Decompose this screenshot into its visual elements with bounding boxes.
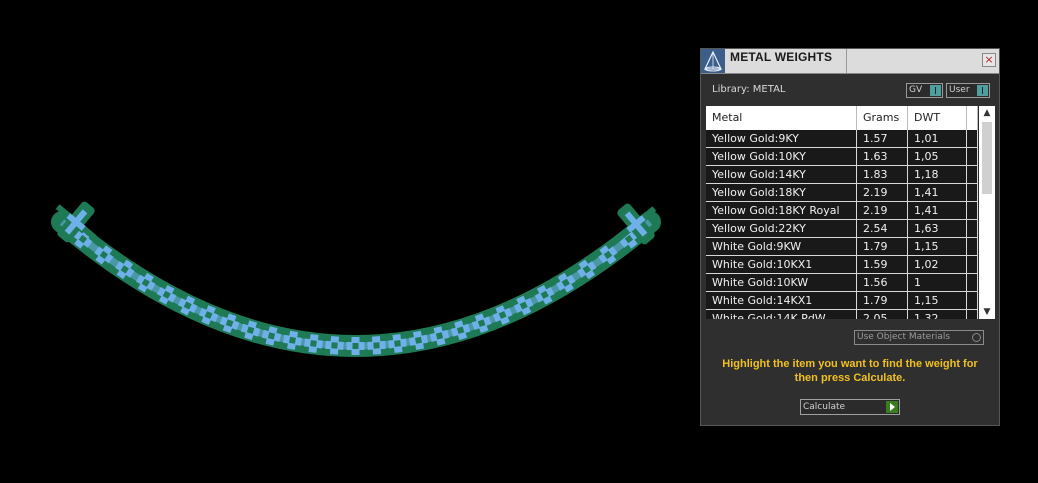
cone-icon [701,49,725,73]
cell-spacer [967,148,978,165]
link-shape [352,343,359,349]
table-row[interactable]: Yellow Gold:18KY Royal 2.19 1,41 [706,202,978,220]
bracelet-model [51,201,661,357]
cell-spacer [967,166,978,183]
table-header: Metal Grams DWT [706,106,978,130]
table-row[interactable]: Yellow Gold:14KY 1.83 1,18 [706,166,978,184]
cell-dwt: 1 [908,274,967,291]
scrollbar-thumb[interactable] [982,122,992,194]
cell-spacer [967,292,978,309]
scroll-up-icon[interactable]: ▲ [979,106,995,120]
cell-grams: 2.05 [857,310,908,319]
table-row[interactable]: White Gold:10KX1 1.59 1,02 [706,256,978,274]
calculate-button[interactable]: Calculate [800,399,900,415]
cell-spacer [967,274,978,291]
table-row[interactable]: Yellow Gold:22KY 2.54 1,63 [706,220,978,238]
table-row[interactable]: White Gold:10KW 1.56 1 [706,274,978,292]
library-label: Library: METAL [712,84,786,95]
column-header-spacer [967,106,978,130]
link-shape [415,336,422,344]
cell-dwt: 1,05 [908,148,967,165]
use-object-materials-label: Use Object Materials [857,332,951,342]
cell-grams: 1.59 [857,256,908,273]
cell-grams: 1.83 [857,166,908,183]
cell-metal: Yellow Gold:18KY Royal [706,202,857,219]
scroll-down-icon[interactable]: ▼ [979,305,995,319]
gv-toggle-knob [930,85,941,96]
cell-spacer [967,220,978,237]
table-row[interactable]: White Gold:9KW 1.79 1,15 [706,238,978,256]
metal-table: Metal Grams DWT Yellow Gold:9KY 1.57 1,01 Y… [706,106,995,319]
cell-grams: 1.56 [857,274,908,291]
cell-dwt: 1,02 [908,256,967,273]
user-toggle-knob [977,85,988,96]
cell-metal: White Gold:10KX1 [706,256,857,273]
table-scrollbar[interactable]: ▲ ▼ [979,106,995,319]
calculate-label: Calculate [803,402,846,412]
cell-dwt: 1,15 [908,238,967,255]
table-row[interactable]: Yellow Gold:10KY 1.63 1,05 [706,148,978,166]
cell-dwt: 1,32 [908,310,967,319]
cell-spacer [967,310,978,319]
cell-spacer [967,238,978,255]
titlebar-divider [846,49,847,73]
link-shape [310,340,317,347]
link-shape [394,340,401,347]
cell-grams: 2.19 [857,184,908,201]
cell-metal: White Gold:10KW [706,274,857,291]
table-row[interactable]: Yellow Gold:9KY 1.57 1,01 [706,130,978,148]
3d-viewport[interactable] [0,0,700,479]
table-row[interactable]: Yellow Gold:18KY 2.19 1,41 [706,184,978,202]
gv-toggle-label: GV [909,85,923,95]
cell-grams: 1.63 [857,148,908,165]
cell-spacer [967,202,978,219]
cell-spacer [967,130,978,147]
table-row[interactable]: White Gold:14K PdW 2.05 1,32 [706,310,978,319]
panel-title: METAL WEIGHTS [730,50,833,64]
cell-grams: 2.54 [857,220,908,237]
cell-metal: Yellow Gold:9KY [706,130,857,147]
panel-titlebar[interactable]: METAL WEIGHTS × [701,49,999,74]
cell-dwt: 1,15 [908,292,967,309]
column-header-dwt[interactable]: DWT [908,106,967,130]
table-body: Yellow Gold:9KY 1.57 1,01 Yellow Gold:10KY 1… [706,130,978,319]
cell-metal: Yellow Gold:14KY [706,166,857,183]
cell-grams: 1.79 [857,292,908,309]
cell-dwt: 1,41 [908,202,967,219]
gv-toggle[interactable]: GV [906,83,943,98]
use-object-materials-radio[interactable] [972,333,981,342]
instruction-text: Highlight the item you want to find the … [722,358,978,384]
link-shape [373,342,380,349]
cell-dwt: 1,41 [908,184,967,201]
cell-dwt: 1,18 [908,166,967,183]
column-header-metal[interactable]: Metal [706,106,857,130]
cell-metal: Yellow Gold:10KY [706,148,857,165]
cell-dwt: 1,63 [908,220,967,237]
link-shape [289,336,296,344]
table-row[interactable]: White Gold:14KX1 1.79 1,15 [706,292,978,310]
cell-dwt: 1,01 [908,130,967,147]
column-header-grams[interactable]: Grams [857,106,908,130]
cell-grams: 2.19 [857,202,908,219]
cell-metal: White Gold:14KX1 [706,292,857,309]
user-toggle-label: User [949,85,970,95]
cell-metal: Yellow Gold:18KY [706,184,857,201]
user-toggle[interactable]: User [946,83,990,98]
close-icon[interactable]: × [982,53,996,67]
cell-spacer [967,184,978,201]
cell-grams: 1.79 [857,238,908,255]
link-shape [331,342,338,349]
play-icon [886,401,898,413]
use-object-materials-option[interactable]: Use Object Materials [854,330,984,345]
cell-metal: White Gold:9KW [706,238,857,255]
cell-grams: 1.57 [857,130,908,147]
cell-spacer [967,256,978,273]
metal-weights-panel: METAL WEIGHTS × Library: METAL GV User M… [700,48,1000,426]
cell-metal: Yellow Gold:22KY [706,220,857,237]
cell-metal: White Gold:14K PdW [706,310,857,319]
